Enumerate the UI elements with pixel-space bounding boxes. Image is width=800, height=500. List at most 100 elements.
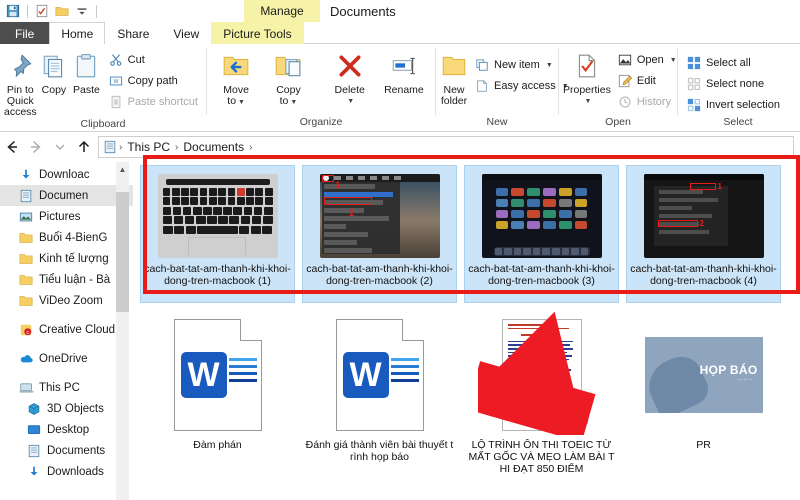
select-all-button[interactable]: Select all [682, 53, 784, 73]
customize-qat-icon[interactable] [72, 2, 92, 20]
invert-selection-button[interactable]: Invert selection [682, 95, 784, 115]
new-folder-button[interactable]: New folder [440, 47, 468, 107]
manage-label: Manage [260, 4, 304, 18]
open-button[interactable]: Open ▼ [613, 50, 681, 70]
breadcrumb-this-pc[interactable]: This PC [124, 140, 173, 154]
word-lines-icon [228, 358, 257, 386]
tab-picture-tools[interactable]: Picture Tools [211, 22, 304, 44]
cut-button[interactable]: Cut [104, 50, 202, 70]
sidebar-item-kinh-te-luong[interactable]: Kinh tế lượng [0, 248, 133, 269]
move-to-icon [222, 50, 250, 82]
new-item-caret-icon[interactable]: ▼ [546, 62, 553, 69]
breadcrumb-documents[interactable]: Documents [180, 140, 247, 154]
move-to-button[interactable]: Move to ▼ [211, 47, 261, 108]
file-item-macbook-2[interactable]: 1 2 cach-bat-tat-am-thanh-khi-khoi-dong-… [302, 165, 457, 303]
pin-icon [7, 50, 33, 82]
mac-dark-panel-thumb: 1 2 [643, 173, 764, 258]
sidebar-item-documents[interactable]: Documents [0, 440, 133, 461]
breadcrumb[interactable]: › This PC › Documents › [98, 136, 794, 158]
svg-text:W: W [113, 79, 118, 85]
address-bar: › This PC › Documents › [0, 132, 800, 162]
sidebar-label: Documen [39, 189, 89, 202]
properties-icon[interactable] [32, 2, 52, 20]
copy-path-button[interactable]: W Copy path [104, 71, 202, 91]
mac-apple-menu-thumb: 1 2 [319, 173, 440, 258]
tab-home[interactable]: Home [49, 22, 106, 44]
thumbnail: HỌP BÁO — • — [626, 309, 781, 437]
recent-locations-icon[interactable] [48, 135, 72, 159]
new-item-icon [474, 57, 490, 73]
file-item-macbook-1[interactable]: cach-bat-tat-am-thanh-khi-khoi-dong-tren… [140, 165, 295, 303]
properties-button[interactable]: Properties ▼ [563, 47, 611, 107]
pin-to-quick-access-button[interactable]: Pin to Quick access [4, 47, 37, 118]
history-button[interactable]: History [613, 92, 681, 112]
file-name: cach-bat-tat-am-thanh-khi-khoi-dong-tren… [144, 263, 291, 287]
copy-button[interactable]: Copy [39, 47, 69, 96]
sidebar-label: Desktop [47, 423, 90, 436]
new-folder-icon[interactable] [52, 2, 72, 20]
sidebar-item-desktop[interactable]: Desktop [0, 419, 133, 440]
delete-caret-icon[interactable]: ▼ [347, 96, 354, 107]
paste-button[interactable]: Paste [71, 47, 101, 96]
tab-share[interactable]: Share [105, 22, 161, 44]
presentation-thumb-subtext: — • — [737, 377, 753, 383]
sidebar-label: Creative Cloud [39, 323, 116, 336]
back-arrow-icon[interactable] [0, 135, 24, 159]
sidebar-item-this-pc[interactable]: This PC [0, 377, 133, 398]
forward-arrow-icon[interactable] [24, 135, 48, 159]
rename-button[interactable]: Rename [377, 47, 431, 96]
file-row-1: cach-bat-tat-am-thanh-khi-khoi-dong-tren… [133, 162, 800, 303]
rename-label: Rename [384, 84, 424, 96]
paste-shortcut-button[interactable]: Paste shortcut [104, 92, 202, 112]
open-caret-icon[interactable]: ▼ [670, 57, 677, 64]
sidebar-item-buoi4-bieng[interactable]: Buổi 4-BienG [0, 227, 133, 248]
sidebar-item-tieu-luan[interactable]: Tiểu luận - Bà [0, 269, 133, 290]
scrollbar-thumb[interactable] [116, 192, 129, 312]
copy-to-caret-icon[interactable]: ▼ [290, 99, 297, 106]
scroll-up-icon[interactable]: ▲ [116, 162, 129, 177]
sidebar-item-downloads[interactable]: Downloads [0, 461, 133, 482]
thumbnail [465, 166, 618, 261]
properties-caret-icon[interactable]: ▼ [584, 96, 591, 107]
navigation-pane[interactable]: Downloac Documen Pictures Buổi 4-BienG K… [0, 162, 133, 500]
new-item-label: New item [494, 59, 540, 71]
move-to-caret-icon[interactable]: ▼ [238, 99, 245, 106]
file-item-dam-phan[interactable]: W Đàm phán [140, 309, 295, 484]
sidebar-item-documents-quick[interactable]: Documen [0, 185, 133, 206]
copy-to-button[interactable]: Copy to ▼ [263, 47, 313, 108]
sidebar-item-creative-cloud[interactable]: c Creative Cloud [0, 319, 133, 340]
sidebar-item-video-zoom[interactable]: ViDeo Zoom [0, 290, 133, 311]
sidebar-item-downloads-quick[interactable]: Downloac [0, 164, 133, 185]
delete-button[interactable]: Delete ▼ [325, 47, 375, 107]
sidebar-item-3d-objects[interactable]: 3D Objects [0, 398, 133, 419]
select-none-button[interactable]: Select none [682, 74, 784, 94]
file-item-macbook-4[interactable]: 1 2 cach-bat-tat-am-thanh-khi-khoi-dong-… [626, 165, 781, 303]
file-list-pane[interactable]: cach-bat-tat-am-thanh-khi-khoi-dong-tren… [133, 162, 800, 500]
folder-icon [18, 230, 34, 246]
file-item-pr[interactable]: HỌP BÁO — • — PR [626, 309, 781, 484]
sidebar-gap-3 [0, 369, 133, 377]
select-group-label: Select [723, 116, 753, 128]
tab-view[interactable]: View [161, 22, 211, 44]
breadcrumb-sep-1: › [175, 141, 179, 153]
delete-label: Delete [334, 84, 365, 96]
macbook-keyboard-thumb [157, 173, 278, 258]
sidebar-item-pictures[interactable]: Pictures [0, 206, 133, 227]
file-item-macbook-3[interactable]: cach-bat-tat-am-thanh-khi-khoi-dong-tren… [464, 165, 619, 303]
new-item-button[interactable]: New item ▼ [470, 55, 573, 75]
folder-icon [18, 293, 34, 309]
select-none-label: Select none [706, 78, 765, 90]
file-item-danh-gia[interactable]: W Đánh giá thành viên bài thuyết trình h… [302, 309, 457, 484]
move-to-label-line2: to [227, 95, 237, 107]
word-document-thumb: W [173, 319, 262, 431]
scrollbar-track[interactable] [116, 312, 129, 500]
easy-access-button[interactable]: Easy access ▼ [470, 76, 573, 96]
up-arrow-icon[interactable] [72, 135, 96, 159]
navigation-pane-scrollbar[interactable]: ▲ [116, 162, 129, 500]
save-icon[interactable] [3, 2, 23, 20]
paste-label: Paste [72, 84, 100, 96]
edit-button[interactable]: Edit [613, 71, 681, 91]
tab-file[interactable]: File [0, 22, 50, 44]
sidebar-item-onedrive[interactable]: OneDrive [0, 348, 133, 369]
easy-access-label: Easy access [494, 80, 556, 92]
